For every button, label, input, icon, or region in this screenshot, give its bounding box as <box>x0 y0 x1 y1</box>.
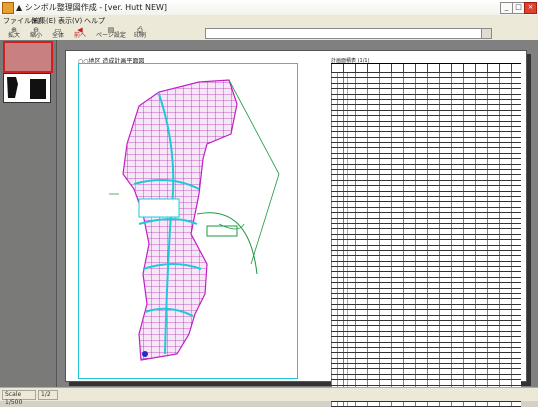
menu-edit[interactable]: 編集(E) <box>32 16 56 26</box>
page-thumbnail-1[interactable] <box>3 41 53 73</box>
preview-page: ○○地区 造成計画平面図 計画面積表 (1/1) <box>65 50 527 407</box>
address-dropdown-button[interactable] <box>481 28 492 39</box>
app-icon <box>2 2 14 14</box>
zoom-out-button[interactable]: ⊖ 縮小 <box>26 27 46 39</box>
prev-page-button[interactable]: ◀ 前へ <box>70 27 90 39</box>
address-field[interactable] <box>205 28 482 39</box>
table-header-row <box>331 64 521 73</box>
menu-help[interactable]: ヘルプ <box>84 16 105 26</box>
title-bar: ▲ シンボル整理図作成 - [ver. Hutt NEW] _ □ × <box>0 0 538 16</box>
thumbnail-sidebar <box>0 40 57 387</box>
thumbnail-preview <box>7 77 46 99</box>
status-scale: Scale 1/500 <box>2 390 36 406</box>
toolbar: ⊕ 拡大 ⊖ 縮小 ▭ 全体 ◀ 前へ ▤ ページ設定 ⎙ 印刷 <box>0 26 538 41</box>
page-thumbnail-2[interactable] <box>3 73 51 103</box>
area-table: 計画面積表 (1/1) <box>331 57 521 407</box>
page-setup-button[interactable]: ▤ ページ設定 <box>94 27 128 39</box>
close-button[interactable]: × <box>524 2 537 14</box>
zoom-in-button[interactable]: ⊕ 拡大 <box>4 27 24 39</box>
fit-page-button[interactable]: ▭ 全体 <box>48 27 68 39</box>
status-bar: Scale 1/500 1/2 <box>0 387 538 406</box>
document-workspace: ○○地区 造成計画平面図 計画面積表 (1/1) <box>57 40 538 407</box>
menu-view[interactable]: 表示(V) <box>58 16 82 26</box>
window-title: ▲ シンボル整理図作成 - [ver. Hutt NEW] <box>16 3 168 12</box>
table-row <box>331 401 521 407</box>
site-plan-drawing <box>109 79 280 361</box>
status-page: 1/2 <box>38 390 58 400</box>
map-frame <box>78 63 298 379</box>
area-table-grid <box>331 63 521 407</box>
print-button[interactable]: ⎙ 印刷 <box>130 27 150 39</box>
